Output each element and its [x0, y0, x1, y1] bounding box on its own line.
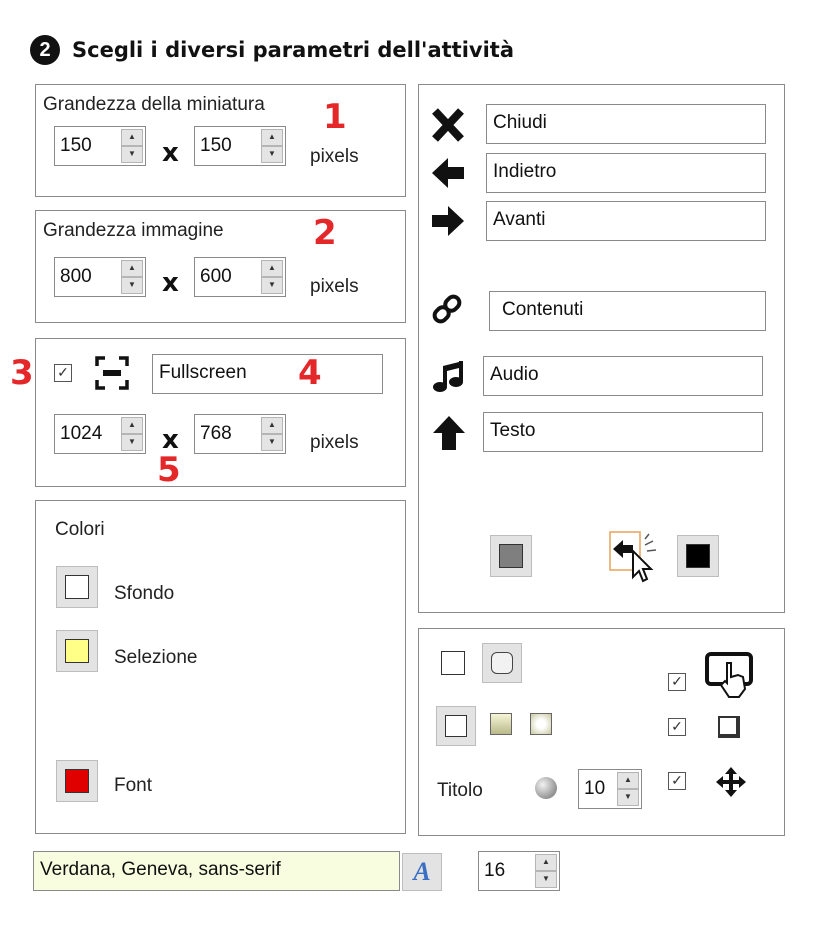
rounded-corners-option-button[interactable] [482, 643, 522, 683]
title-size-spinner[interactable]: 10 ▲ ▼ [578, 769, 642, 809]
times-sign: x [162, 138, 179, 168]
hover-cursor-icon [609, 531, 659, 583]
spin-up-icon[interactable]: ▲ [121, 129, 143, 146]
font-picker-button[interactable]: A [402, 853, 442, 891]
image-width-value: 800 [60, 266, 92, 287]
section-title: Scegli i diversi parametri dell'attività [72, 38, 514, 62]
pixels-unit: pixels [310, 146, 359, 167]
next-label-field[interactable]: Avanti [486, 201, 766, 241]
pixels-unit: pixels [310, 276, 359, 297]
touch-option-checkbox[interactable]: ✓ [668, 673, 686, 691]
spin-down-icon[interactable]: ▼ [261, 146, 283, 163]
selection-color-swatch [65, 639, 89, 663]
marker-5: 5 [157, 450, 181, 490]
touch-hand-icon[interactable] [705, 651, 759, 699]
marker-3: 3 [10, 353, 34, 393]
selection-color-label: Selezione [114, 647, 198, 668]
font-size-spinner[interactable]: 16 ▲ ▼ [478, 851, 560, 891]
fullscreen-icon [94, 355, 130, 391]
spin-down-icon[interactable]: ▼ [617, 789, 639, 806]
thumbnail-width-value: 150 [60, 135, 92, 156]
font-color-swatch [65, 769, 89, 793]
step-badge: 2 [30, 35, 60, 65]
drag-option-checkbox[interactable]: ✓ [668, 772, 686, 790]
fullscreen-checkbox[interactable]: ✓ [54, 364, 72, 382]
move-arrows-icon[interactable] [715, 766, 747, 798]
spin-down-icon[interactable]: ▼ [261, 434, 283, 451]
thumbnail-size-label: Grandezza della miniatura [43, 94, 265, 115]
spin-up-icon[interactable]: ▲ [261, 417, 283, 434]
spin-up-icon[interactable]: ▲ [261, 260, 283, 277]
colors-title: Colori [55, 519, 105, 540]
times-sign: x [162, 268, 179, 298]
text-label-field[interactable]: Testo [483, 412, 763, 452]
rounded-corners-icon [491, 652, 513, 674]
close-label-field[interactable]: Chiudi [486, 104, 766, 144]
font-color-label: Font [114, 775, 153, 796]
title-label: Titolo [437, 780, 483, 801]
link-icon [429, 291, 465, 327]
marker-1: 1 [323, 97, 347, 137]
close-icon [430, 107, 466, 143]
button-bg-color-swatch [499, 544, 523, 568]
image-height-spinner[interactable]: 600 ▲ ▼ [194, 257, 286, 297]
background-color-swatch [65, 575, 89, 599]
thumbnail-height-spinner[interactable]: 150 ▲ ▼ [194, 126, 286, 166]
fullscreen-height-value: 768 [200, 423, 232, 444]
background-color-label: Sfondo [114, 583, 175, 604]
contents-label: Contenuti [502, 299, 584, 320]
fullscreen-width-spinner[interactable]: 1024 ▲ ▼ [54, 414, 146, 454]
back-arrow-icon [430, 156, 466, 190]
forward-arrow-icon [430, 204, 466, 238]
spin-down-icon[interactable]: ▼ [121, 434, 143, 451]
spin-down-icon[interactable]: ▼ [121, 146, 143, 163]
spin-down-icon[interactable]: ▼ [535, 871, 557, 888]
spin-down-icon[interactable]: ▼ [121, 277, 143, 294]
marker-2: 2 [313, 213, 337, 253]
shadow-box-icon[interactable] [718, 716, 740, 738]
font-family-field[interactable]: Verdana, Geneva, sans-serif [33, 851, 400, 891]
plain-style-icon [445, 715, 467, 737]
back-label-field[interactable]: Indietro [486, 153, 766, 193]
pixels-unit: pixels [310, 432, 359, 453]
spin-up-icon[interactable]: ▲ [261, 129, 283, 146]
spin-up-icon[interactable]: ▲ [121, 417, 143, 434]
image-width-spinner[interactable]: 800 ▲ ▼ [54, 257, 146, 297]
thumbnail-height-value: 150 [200, 135, 232, 156]
contents-label-field[interactable]: Contenuti [489, 291, 766, 331]
audio-label-field[interactable]: Audio [483, 356, 763, 396]
up-arrow-icon [431, 414, 467, 452]
fullscreen-width-value: 1024 [60, 423, 103, 444]
plain-style-option-button[interactable] [436, 706, 476, 746]
spin-up-icon[interactable]: ▲ [535, 854, 557, 871]
fullscreen-label-field[interactable]: Fullscreen [152, 354, 383, 394]
font-a-icon: A [413, 857, 431, 886]
spin-down-icon[interactable]: ▼ [261, 277, 283, 294]
spin-up-icon[interactable]: ▲ [617, 772, 639, 789]
title-size-value: 10 [584, 778, 606, 799]
button-bg-color-button[interactable] [490, 535, 532, 577]
marker-4: 4 [298, 353, 322, 393]
spin-up-icon[interactable]: ▲ [121, 260, 143, 277]
shadow-option-checkbox[interactable]: ✓ [668, 718, 686, 736]
radial-style-icon[interactable] [530, 713, 552, 735]
button-fg-color-swatch [686, 544, 710, 568]
image-size-label: Grandezza immagine [43, 220, 224, 241]
music-note-icon [431, 358, 467, 394]
button-fg-color-button[interactable] [677, 535, 719, 577]
font-size-value: 16 [484, 860, 506, 881]
gradient-style-icon[interactable] [490, 713, 512, 735]
thumbnail-width-spinner[interactable]: 150 ▲ ▼ [54, 126, 146, 166]
background-color-button[interactable] [56, 566, 98, 608]
square-corners-option-icon[interactable] [441, 651, 465, 675]
selection-color-button[interactable] [56, 630, 98, 672]
image-height-value: 600 [200, 266, 232, 287]
title-color-icon[interactable] [535, 777, 557, 799]
font-color-button[interactable] [56, 760, 98, 802]
fullscreen-height-spinner[interactable]: 768 ▲ ▼ [194, 414, 286, 454]
